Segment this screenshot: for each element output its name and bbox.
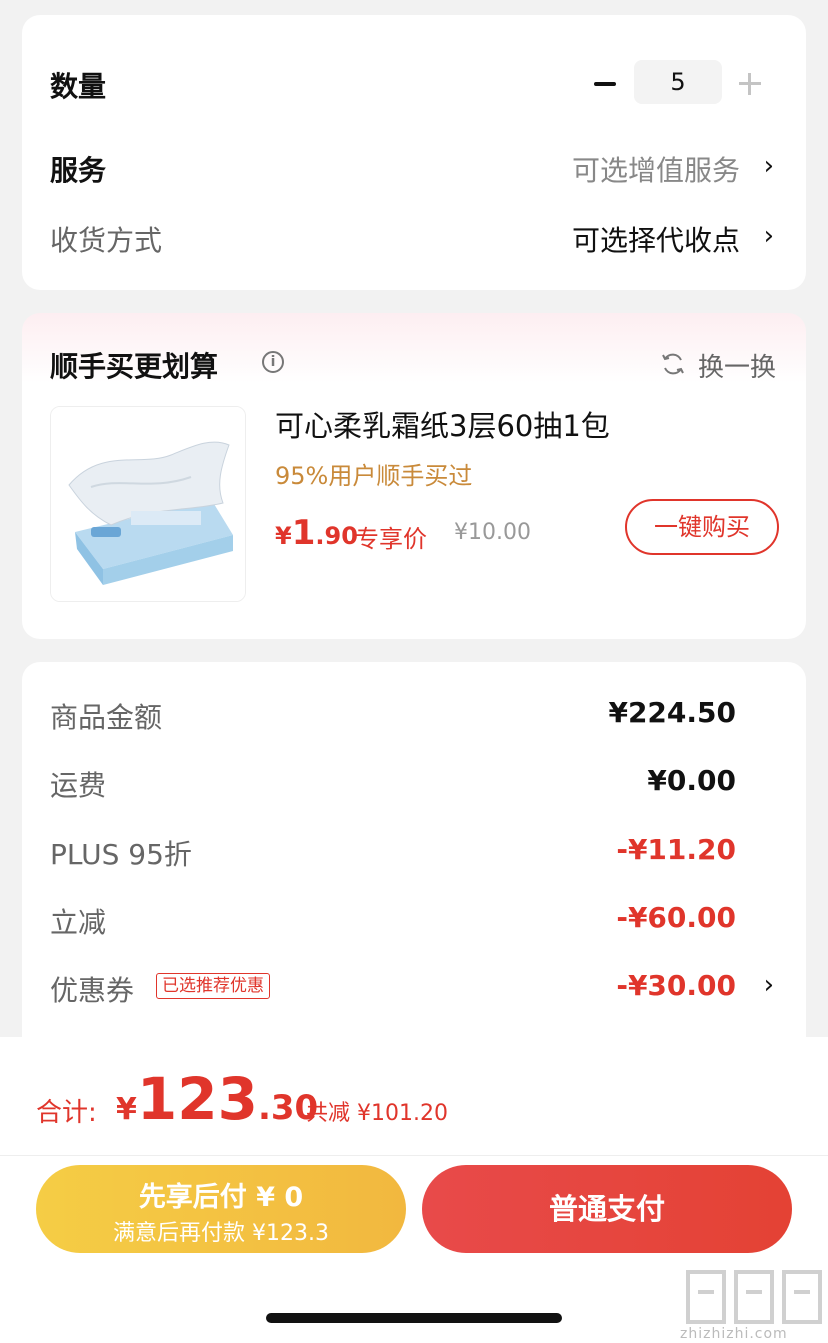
delivery-value: 可选择代收点 (571, 224, 740, 257)
pay-later-label: 先享后付 ¥ 0 (138, 1182, 304, 1213)
addon-title: 顺手买更划算 (50, 350, 219, 383)
total-currency: ¥ (116, 1092, 137, 1127)
price-currency: ¥ (275, 522, 292, 550)
product-social-proof: 95%用户顺手买过 (275, 462, 473, 490)
normal-pay-button[interactable]: 普通支付 (422, 1165, 792, 1253)
one-click-buy-button[interactable]: 一键购买 (625, 499, 779, 555)
quantity-label: 数量 (50, 70, 107, 103)
summary-value: ¥224.50 (608, 696, 736, 729)
pay-later-button[interactable]: 先享后付 ¥ 0 满意后再付款 ¥123.3 (36, 1165, 406, 1253)
info-icon[interactable]: i (262, 351, 284, 373)
total-amount: ¥123.30 (116, 1065, 318, 1133)
chevron-right-icon: › (763, 970, 774, 1000)
refresh-icon[interactable] (660, 351, 686, 377)
watermark-text: zhizhizhi.com (680, 1326, 788, 1342)
summary-label: 运费 (50, 769, 107, 802)
summary-label: 商品金额 (50, 701, 163, 734)
minus-icon[interactable] (592, 70, 620, 98)
original-price: ¥10.00 (454, 520, 531, 545)
quantity-input[interactable]: 5 (634, 60, 722, 104)
total-discount: 共减 ¥101.20 (306, 1101, 448, 1126)
chevron-right-icon: › (763, 221, 774, 251)
home-indicator (266, 1313, 562, 1323)
addon-card: 顺手买更划算 i 换一换 可心柔乳霜纸3层60抽1包 95%用户顺手买过 ¥1.… (22, 313, 806, 639)
service-value: 可选增值服务 (571, 154, 740, 187)
summary-label: 立减 (50, 906, 107, 939)
product-name[interactable]: 可心柔乳霜纸3层60抽1包 (275, 403, 610, 445)
coupon-badge: 已选推荐优惠 (156, 973, 270, 999)
price-summary-card: 商品金额 ¥224.50 运费 ¥0.00 PLUS 95折 -¥11.20 立… (22, 662, 806, 1082)
price-decimal: .90 (315, 522, 358, 550)
summary-value: ¥0.00 (647, 764, 736, 797)
divider (0, 1155, 828, 1156)
chevron-right-icon: › (763, 151, 774, 181)
pay-later-sublabel: 满意后再付款 ¥123.3 (113, 1221, 329, 1246)
plus-icon[interactable] (736, 70, 764, 98)
product-image[interactable] (50, 406, 246, 602)
summary-label: PLUS 95折 (50, 838, 192, 871)
price-integer: 1 (291, 513, 316, 553)
total-label: 合计: (36, 1098, 97, 1128)
quantity-card: 数量 5 服务 可选增值服务 › 收货方式 可选择代收点 › (22, 15, 806, 290)
delivery-label: 收货方式 (50, 224, 163, 257)
summary-value: -¥11.20 (616, 833, 736, 866)
summary-value: -¥30.00 (616, 969, 736, 1002)
total-integer: 123 (136, 1065, 258, 1133)
summary-label: 优惠券 (50, 974, 135, 1007)
price-tag: 专享价 (355, 525, 427, 553)
product-price: ¥1.90 (275, 513, 358, 553)
summary-value: -¥60.00 (616, 901, 736, 934)
refresh-label[interactable]: 换一换 (698, 347, 776, 384)
service-label: 服务 (50, 154, 107, 187)
checkout-bar: 合计: ¥123.30 共减 ¥101.20 先享后付 ¥ 0 满意后再付款 ¥… (0, 1037, 828, 1343)
